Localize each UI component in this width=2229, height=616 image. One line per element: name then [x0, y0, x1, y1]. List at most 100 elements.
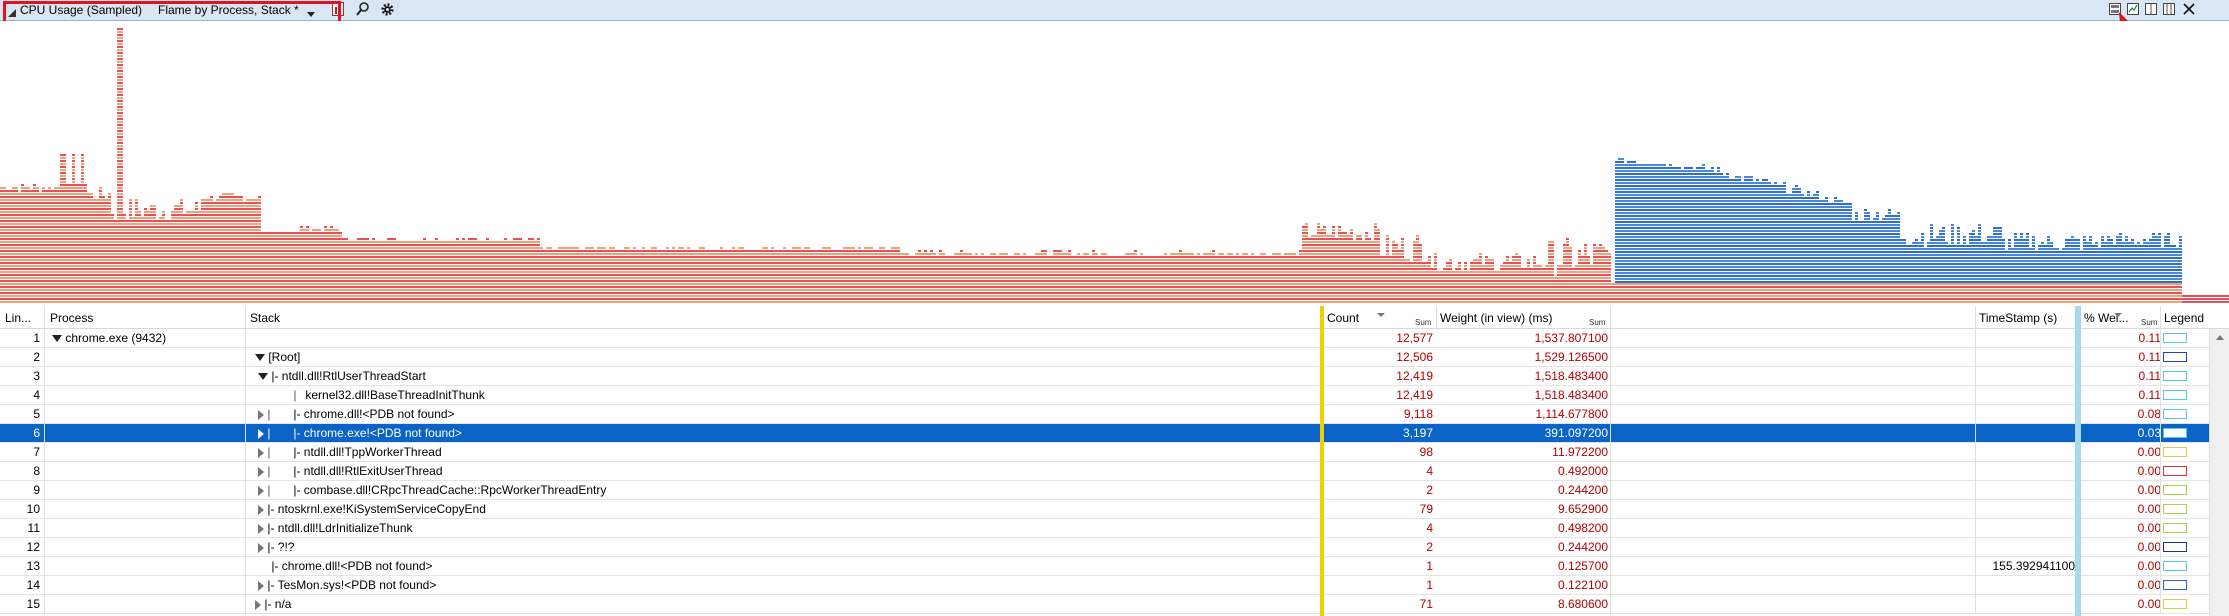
flame-frame[interactable]: [18, 199, 21, 201]
flame-frame[interactable]: [219, 202, 222, 204]
flame-frame[interactable]: [36, 259, 39, 261]
flame-frame[interactable]: [444, 256, 447, 258]
flame-frame[interactable]: [0, 277, 3, 279]
flame-frame[interactable]: [255, 247, 258, 249]
flame-frame[interactable]: [156, 274, 159, 276]
flame-frame[interactable]: [60, 241, 63, 243]
flame-frame[interactable]: [450, 295, 453, 297]
flame-frame[interactable]: [483, 247, 486, 249]
flame-frame[interactable]: [159, 232, 162, 234]
flame-frame[interactable]: [231, 232, 234, 234]
flame-frame[interactable]: [273, 250, 276, 252]
flame-frame[interactable]: [336, 259, 339, 261]
flame-frame[interactable]: [492, 289, 495, 291]
flame-frame[interactable]: [117, 58, 120, 60]
flame-frame[interactable]: [204, 235, 207, 237]
flame-frame[interactable]: [108, 265, 111, 267]
flame-frame[interactable]: [396, 262, 399, 264]
flame-frame[interactable]: [69, 235, 72, 237]
flame-frame[interactable]: [303, 256, 306, 258]
flame-frame[interactable]: [222, 244, 225, 246]
flame-frame[interactable]: [231, 301, 234, 303]
flame-frame[interactable]: [252, 274, 255, 276]
flame-frame[interactable]: [147, 286, 150, 288]
flame-frame[interactable]: [135, 286, 138, 288]
flame-frame[interactable]: [210, 244, 213, 246]
flame-frame[interactable]: [321, 244, 324, 246]
flame-frame[interactable]: [78, 298, 81, 300]
flame-frame[interactable]: [108, 271, 111, 273]
flame-frame[interactable]: [15, 274, 18, 276]
flame-frame[interactable]: [24, 235, 27, 237]
flame-frame[interactable]: [0, 280, 3, 282]
flame-frame[interactable]: [300, 295, 303, 297]
flame-frame[interactable]: [396, 250, 399, 252]
flame-frame[interactable]: [102, 232, 105, 234]
flame-frame[interactable]: [234, 244, 237, 246]
flame-frame[interactable]: [66, 208, 69, 210]
flame-frame[interactable]: [33, 193, 36, 195]
flame-frame[interactable]: [363, 259, 366, 261]
flame-frame[interactable]: [480, 289, 483, 291]
flame-frame[interactable]: [108, 229, 111, 231]
flame-frame[interactable]: [57, 196, 60, 198]
flame-frame[interactable]: [333, 238, 336, 240]
flame-frame[interactable]: [162, 262, 165, 264]
flame-frame[interactable]: [66, 193, 69, 195]
flame-frame[interactable]: [201, 250, 204, 252]
flame-frame[interactable]: [27, 199, 30, 201]
flame-frame[interactable]: [258, 205, 261, 207]
flame-frame[interactable]: [78, 295, 81, 297]
flame-frame[interactable]: [63, 250, 66, 252]
flame-frame[interactable]: [219, 286, 222, 288]
flame-frame[interactable]: [150, 298, 153, 300]
flame-frame[interactable]: [129, 298, 132, 300]
flame-frame[interactable]: [477, 262, 480, 264]
flame-frame[interactable]: [63, 262, 66, 264]
flame-frame[interactable]: [258, 274, 261, 276]
flame-frame[interactable]: [444, 289, 447, 291]
flame-frame[interactable]: [246, 199, 249, 201]
flame-frame[interactable]: [117, 175, 120, 177]
flame-frame[interactable]: [297, 232, 300, 234]
flame-frame[interactable]: [246, 241, 249, 243]
flame-frame[interactable]: [372, 268, 375, 270]
flame-frame[interactable]: [342, 271, 345, 273]
flame-frame[interactable]: [312, 256, 315, 258]
flame-frame[interactable]: [213, 262, 216, 264]
flame-frame[interactable]: [27, 271, 30, 273]
flame-frame[interactable]: [195, 211, 198, 213]
flame-frame[interactable]: [165, 244, 168, 246]
flame-frame[interactable]: [120, 196, 123, 198]
flame-frame[interactable]: [489, 289, 492, 291]
flame-frame[interactable]: [219, 238, 222, 240]
flame-frame[interactable]: [432, 268, 435, 270]
flame-frame[interactable]: [312, 274, 315, 276]
flame-frame[interactable]: [312, 262, 315, 264]
flame-frame[interactable]: [162, 232, 165, 234]
flame-frame[interactable]: [237, 217, 240, 219]
flame-frame[interactable]: [0, 283, 3, 285]
flame-frame[interactable]: [75, 229, 78, 231]
flame-frame[interactable]: [303, 298, 306, 300]
flame-frame[interactable]: [72, 211, 75, 213]
flame-frame[interactable]: [42, 196, 45, 198]
flame-frame[interactable]: [30, 256, 33, 258]
flame-frame[interactable]: [276, 238, 279, 240]
flame-frame[interactable]: [249, 298, 252, 300]
flame-frame[interactable]: [387, 274, 390, 276]
flame-frame[interactable]: [258, 208, 261, 210]
flame-frame[interactable]: [78, 289, 81, 291]
flame-frame[interactable]: [150, 220, 153, 222]
flame-frame[interactable]: [426, 301, 429, 303]
flame-frame[interactable]: [75, 247, 78, 249]
flame-frame[interactable]: [492, 298, 495, 300]
flame-frame[interactable]: [144, 265, 147, 267]
flame-frame[interactable]: [87, 262, 90, 264]
flame-frame[interactable]: [69, 190, 72, 192]
flame-frame[interactable]: [402, 262, 405, 264]
flame-frame[interactable]: [207, 229, 210, 231]
flame-frame[interactable]: [201, 232, 204, 234]
flame-frame[interactable]: [78, 196, 81, 198]
flame-frame[interactable]: [447, 289, 450, 291]
